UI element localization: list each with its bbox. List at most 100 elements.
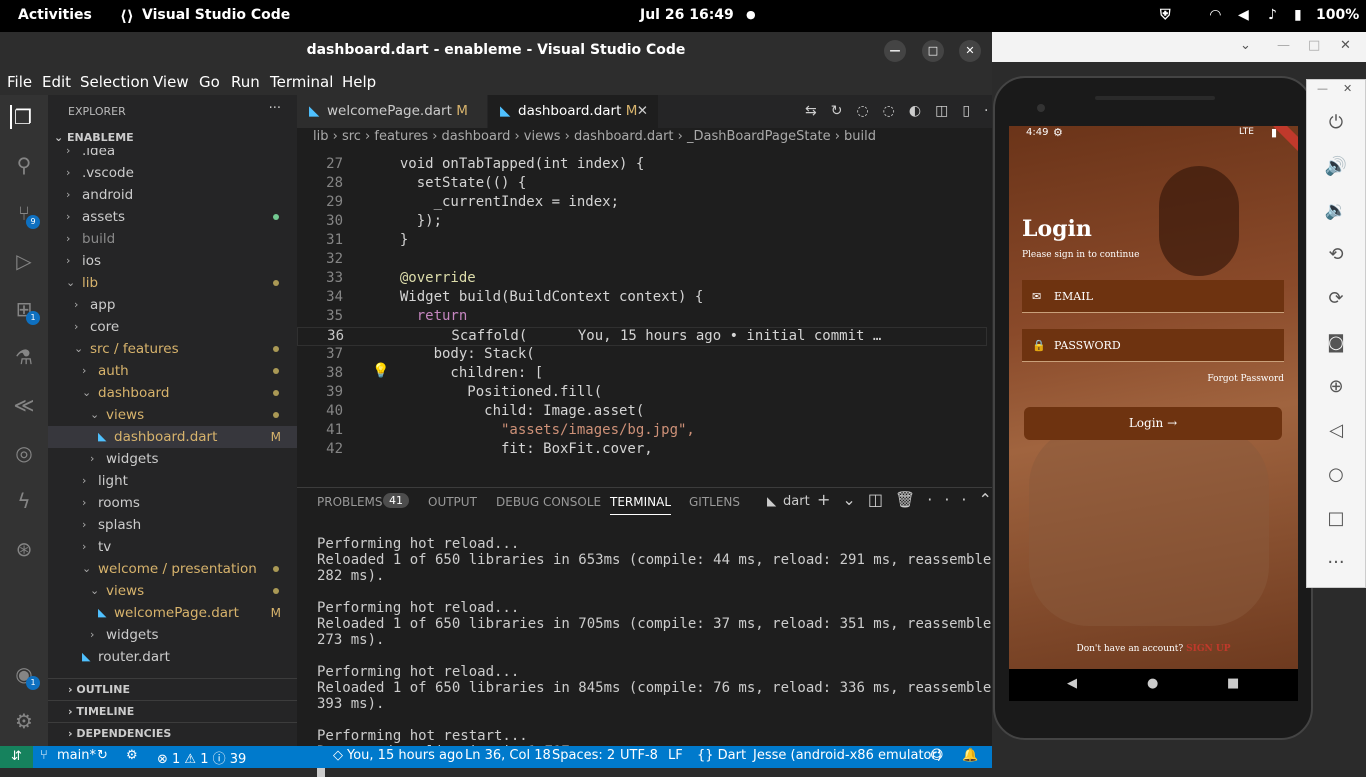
lightbulb-icon[interactable]: 💡 [372,363,389,379]
code-line[interactable]: 37 body: Stack( [297,346,987,365]
close-icon[interactable]: ✕ [959,40,981,62]
code-line[interactable]: 35 return [297,308,987,327]
maximize-icon[interactable]: □ [922,40,944,62]
emu-minimize-icon[interactable]: — [1317,82,1328,95]
code-line[interactable]: 36 Scaffold( You, 15 hours ago • initial… [297,327,987,346]
emu-back-icon[interactable]: ◁ [1323,418,1349,444]
folder-item[interactable]: ⌄ welcome / presentation [48,558,297,580]
menu-selection[interactable]: Selection [80,73,149,91]
app-menu[interactable]: Visual Studio Code [142,7,290,23]
zoom-icon[interactable]: ⊕ [1323,374,1349,400]
folder-item[interactable]: › rooms [48,492,297,514]
clock[interactable]: Jul 26 16:49 [640,7,734,23]
folder-item[interactable]: › widgets [48,624,297,646]
browser-maximize-icon[interactable]: □ [1308,38,1320,53]
feedback-icon[interactable]: ☺ [930,748,944,763]
more-actions-icon[interactable]: ··· [269,101,281,116]
code-line[interactable]: 34 Widget build(BuildContext context) { [297,289,987,308]
notifications-bell-icon[interactable]: 🔔 [962,748,978,763]
folder-item[interactable]: › light [48,470,297,492]
dependencies-section[interactable]: › DEPENDENCIES [48,722,297,744]
camera-icon[interactable]: ◙ [1323,330,1349,356]
code-line[interactable]: 33 @override [297,270,987,289]
folder-item[interactable]: ⌄ views [48,580,297,602]
git-blame[interactable]: You, 15 hours ago [347,748,463,763]
volume-up-icon[interactable]: 🔊 [1323,154,1349,180]
workspace-root[interactable]: ⌄ ENABLEME [54,131,134,144]
folder-item[interactable]: › assets [48,206,297,228]
code-line[interactable]: 41 "assets/images/bg.jpg", [297,422,987,441]
recents-icon[interactable]: ■ [1227,676,1239,691]
file-item[interactable]: ◣ dashboard.dart M [48,426,297,448]
folder-item[interactable]: › core [48,316,297,338]
testing-icon[interactable]: ⚗ [12,345,36,369]
file-item[interactable]: ◣ bootstrap.dart [48,668,297,672]
folder-item[interactable]: ⌄ dashboard [48,382,297,404]
code-line[interactable]: 31 } [297,232,987,251]
folder-item[interactable]: › auth [48,360,297,382]
gitlens-icon[interactable]: ⊛ [12,537,36,561]
encoding[interactable]: UTF-8 [620,748,658,763]
emu-overview-icon[interactable]: □ [1323,506,1349,532]
menu-go[interactable]: Go [199,73,220,91]
terminal-name[interactable]: dart [783,494,810,509]
code-line[interactable]: 32 [297,251,987,270]
cursor-position[interactable]: Ln 36, Col 18 [465,748,551,763]
folder-item[interactable]: › .idea [48,148,297,162]
tab-terminal[interactable]: TERMINAL [610,495,672,515]
problems-summary[interactable]: ⊗ 1 ⚠ 1 ⓘ 39 [157,748,246,767]
tab-debug-console[interactable]: DEBUG CONSOLE [496,495,601,509]
tab-problems[interactable]: PROBLEMS [317,495,383,509]
timeline-section[interactable]: › TIMELINE [48,700,297,722]
flutter-device[interactable]: Jesse (android-x86 emulator) [753,748,942,763]
code-line[interactable]: 29 _currentIndex = index; [297,194,987,213]
folder-item[interactable]: › android [48,184,297,206]
power-icon[interactable]: ⏻ [1323,110,1349,136]
run-debug-icon[interactable]: ▷ [12,249,36,273]
menu-file[interactable]: File [7,73,32,91]
minimize-icon[interactable]: — [884,40,906,62]
folder-item[interactable]: ⌄ lib [48,272,297,294]
language-mode[interactable]: {} Dart [697,748,746,763]
login-button[interactable]: Login → [1024,407,1282,440]
terminal-output[interactable]: Performing hot reload... Reloaded 1 of 6… [317,536,1000,760]
menu-help[interactable]: Help [342,73,376,91]
folder-item[interactable]: › build [48,228,297,250]
signup-link[interactable]: SIGN UP [1186,644,1230,654]
code-view[interactable]: 27 void onTabTapped(int index) {28 setSt… [297,151,987,487]
rotate-right-icon[interactable]: ⟳ [1323,286,1349,312]
file-item[interactable]: ◣ router.dart [48,646,297,668]
tab-output[interactable]: OUTPUT [428,495,477,509]
code-line[interactable]: 30 }); [297,213,987,232]
folder-item[interactable]: › tv [48,536,297,558]
menu-view[interactable]: View [153,73,189,91]
git-branch[interactable]: main* [57,748,96,763]
code-line[interactable]: 40 child: Image.asset( [297,403,987,422]
back-icon[interactable]: ◀ [1067,676,1077,691]
indentation[interactable]: Spaces: 2 [552,748,615,763]
browser-minimize-icon[interactable]: — [1277,38,1290,53]
menu-run[interactable]: Run [231,73,260,91]
breadcrumb[interactable]: lib › src › features › dashboard › views… [313,129,876,144]
code-line[interactable]: 27 void onTabTapped(int index) { [297,156,987,175]
tab-dashboard[interactable]: ◣ dashboard.dart M ✕ [488,95,658,128]
remote-explorer-icon[interactable]: ◎ [12,441,36,465]
volume-down-icon[interactable]: 🔉 [1323,198,1349,224]
folder-item[interactable]: ⌄ src / features [48,338,297,360]
password-field[interactable]: 🔒 PASSWORD [1022,329,1284,362]
folder-item[interactable]: ⌄ views [48,404,297,426]
code-line[interactable]: 38 children: [ [297,365,987,384]
email-field[interactable]: ✉ EMAIL [1022,280,1284,313]
search-icon[interactable]: ⚲ [12,153,36,177]
activities-button[interactable]: Activities [18,7,92,23]
rotate-left-icon[interactable]: ⟲ [1323,242,1349,268]
explorer-icon[interactable]: ❐ [10,105,34,129]
menu-terminal[interactable]: Terminal [270,73,333,91]
flutter-icon[interactable]: ≪ [12,393,36,417]
code-line[interactable]: 42 fit: BoxFit.cover, [297,441,987,460]
folder-item[interactable]: › ios [48,250,297,272]
flutter-devices-icon[interactable]: ⚙ [126,748,138,763]
emu-close-icon[interactable]: ✕ [1343,82,1352,95]
chevron-down-icon[interactable]: ⌄ [1240,38,1251,53]
code-line[interactable]: 39 Positioned.fill( [297,384,987,403]
